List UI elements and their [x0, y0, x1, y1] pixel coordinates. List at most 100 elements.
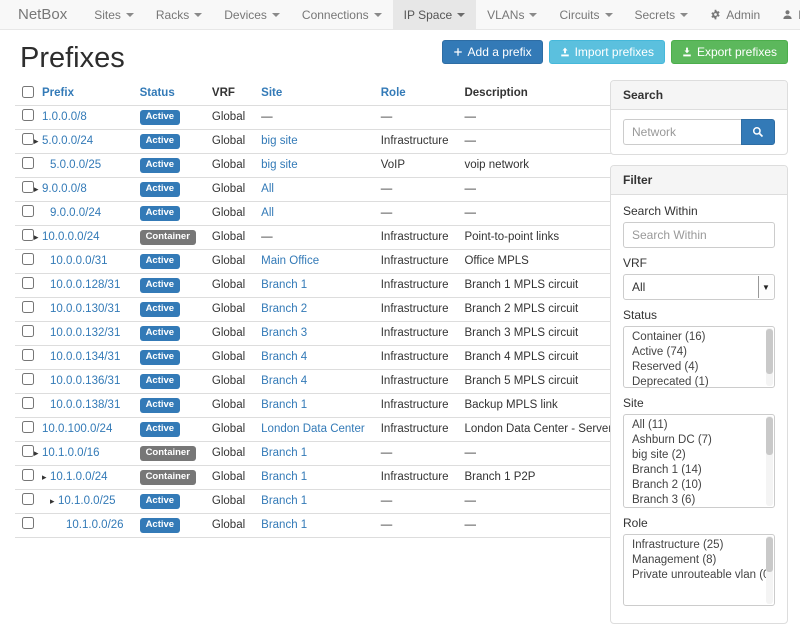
site-link[interactable]: All: [261, 207, 274, 219]
search-input[interactable]: [623, 119, 741, 145]
prefix-link[interactable]: 10.0.100.0/24: [42, 423, 112, 435]
row-checkbox[interactable]: [22, 157, 34, 169]
prefix-link[interactable]: 10.0.0.0/31: [50, 255, 108, 267]
row-checkbox[interactable]: [22, 493, 34, 505]
prefix-link[interactable]: 10.0.0.138/31: [50, 399, 120, 411]
search-button[interactable]: [741, 119, 775, 145]
row-checkbox[interactable]: [22, 421, 34, 433]
column-header-site[interactable]: Site: [253, 82, 373, 106]
listbox-option[interactable]: Management (8): [624, 553, 774, 568]
site-link[interactable]: big site: [261, 159, 297, 171]
row-checkbox[interactable]: [22, 301, 34, 313]
prefix-link[interactable]: 10.0.0.134/31: [50, 351, 120, 363]
listbox-option[interactable]: big site (2): [624, 448, 774, 463]
site-link[interactable]: Branch 1: [261, 471, 307, 483]
column-sort-link[interactable]: Status: [140, 87, 175, 99]
prefix-link[interactable]: 10.0.0.128/31: [50, 279, 120, 291]
role-listbox[interactable]: Infrastructure (25)Management (8)Private…: [623, 534, 775, 606]
import-prefixes-button[interactable]: Import prefixes: [549, 40, 665, 64]
prefix-link[interactable]: 10.1.0.0/25: [58, 495, 116, 507]
action-buttons: Add a prefix Import prefixes Export pref…: [442, 40, 788, 64]
row-checkbox[interactable]: [22, 205, 34, 217]
row-checkbox[interactable]: [22, 277, 34, 289]
nav-item-sites[interactable]: Sites: [83, 0, 145, 29]
column-header-role[interactable]: Role: [373, 82, 457, 106]
prefix-link[interactable]: 10.0.0.130/31: [50, 303, 120, 315]
row-checkbox[interactable]: [22, 445, 34, 457]
site-link[interactable]: Branch 2: [261, 303, 307, 315]
listbox-option[interactable]: Active (74): [624, 345, 774, 360]
column-header-status[interactable]: Status: [132, 82, 204, 106]
scrollbar[interactable]: [766, 416, 773, 506]
prefix-link[interactable]: 10.1.0.0/26: [66, 519, 124, 531]
prefix-link[interactable]: 5.0.0.0/25: [50, 159, 101, 171]
site-link[interactable]: Branch 1: [261, 519, 307, 531]
listbox-option[interactable]: All (11): [624, 418, 774, 433]
site-link[interactable]: Branch 1: [261, 447, 307, 459]
prefix-link[interactable]: 10.1.0.0/24: [50, 471, 108, 483]
site-link[interactable]: Branch 3: [261, 327, 307, 339]
row-checkbox[interactable]: [22, 517, 34, 529]
site-link[interactable]: big site: [261, 135, 297, 147]
site-cell: Branch 1: [253, 274, 373, 298]
prefix-link[interactable]: 9.0.0.0/8: [42, 183, 87, 195]
site-link[interactable]: Main Office: [261, 255, 319, 267]
prefix-link[interactable]: 10.0.0.0/24: [42, 231, 100, 243]
listbox-option[interactable]: Branch 1 (14): [624, 463, 774, 478]
nav-item-profile[interactable]: Profile: [771, 0, 800, 29]
listbox-option[interactable]: Infrastructure (25): [624, 538, 774, 553]
site-link[interactable]: Branch 1: [261, 279, 307, 291]
row-checkbox[interactable]: [22, 109, 34, 121]
search-within-input[interactable]: [623, 222, 775, 248]
nav-item-racks[interactable]: Racks: [145, 0, 213, 29]
nav-item-secrets[interactable]: Secrets: [624, 0, 700, 29]
listbox-option[interactable]: Reserved (4): [624, 360, 774, 375]
status-listbox[interactable]: Container (16)Active (74)Reserved (4)Dep…: [623, 326, 775, 388]
prefix-link[interactable]: 10.1.0.0/16: [42, 447, 100, 459]
site-link[interactable]: Branch 4: [261, 351, 307, 363]
select-all-checkbox[interactable]: [22, 86, 34, 98]
row-checkbox[interactable]: [22, 349, 34, 361]
column-sort-link[interactable]: Prefix: [42, 87, 74, 99]
row-checkbox[interactable]: [22, 253, 34, 265]
site-link[interactable]: Branch 1: [261, 399, 307, 411]
export-prefixes-button[interactable]: Export prefixes: [671, 40, 788, 64]
nav-item-vlans[interactable]: VLANs: [476, 0, 548, 29]
prefix-link[interactable]: 10.0.0.132/31: [50, 327, 120, 339]
row-checkbox[interactable]: [22, 373, 34, 385]
row-checkbox[interactable]: [22, 469, 34, 481]
listbox-option[interactable]: Branch 3 (6): [624, 493, 774, 508]
nav-item-admin[interactable]: Admin: [699, 0, 771, 29]
site-link[interactable]: All: [261, 183, 274, 195]
listbox-option[interactable]: Ashburn DC (7): [624, 433, 774, 448]
column-sort-link[interactable]: Role: [381, 87, 406, 99]
vrf-select[interactable]: All ▼: [623, 274, 775, 300]
brand-netbox[interactable]: NetBox: [10, 0, 77, 29]
site-link[interactable]: Branch 1: [261, 495, 307, 507]
add-prefix-button[interactable]: Add a prefix: [442, 40, 543, 64]
row-checkbox[interactable]: [22, 397, 34, 409]
nav-item-circuits[interactable]: Circuits: [548, 0, 623, 29]
column-sort-link[interactable]: Site: [261, 87, 282, 99]
row-checkbox[interactable]: [22, 181, 34, 193]
scrollbar[interactable]: [766, 536, 773, 604]
listbox-option[interactable]: Private unrouteable vlan (0): [624, 568, 774, 583]
nav-item-connections[interactable]: Connections: [291, 0, 393, 29]
row-checkbox[interactable]: [22, 229, 34, 241]
listbox-option[interactable]: Container (16): [624, 330, 774, 345]
listbox-option[interactable]: Branch 2 (10): [624, 478, 774, 493]
prefix-link[interactable]: 5.0.0.0/24: [42, 135, 93, 147]
prefix-link[interactable]: 10.0.0.136/31: [50, 375, 120, 387]
row-checkbox[interactable]: [22, 133, 34, 145]
prefix-link[interactable]: 9.0.0.0/24: [50, 207, 101, 219]
nav-item-devices[interactable]: Devices: [213, 0, 291, 29]
scrollbar[interactable]: [766, 328, 773, 386]
listbox-option[interactable]: Deprecated (1): [624, 375, 774, 388]
site-link[interactable]: Branch 4: [261, 375, 307, 387]
column-header-prefix[interactable]: Prefix: [34, 82, 132, 106]
nav-item-ip-space[interactable]: IP Space: [393, 0, 476, 29]
site-link[interactable]: London Data Center: [261, 423, 365, 435]
site-listbox[interactable]: All (11)Ashburn DC (7)big site (2)Branch…: [623, 414, 775, 508]
prefix-link[interactable]: 1.0.0.0/8: [42, 111, 87, 123]
row-checkbox[interactable]: [22, 325, 34, 337]
